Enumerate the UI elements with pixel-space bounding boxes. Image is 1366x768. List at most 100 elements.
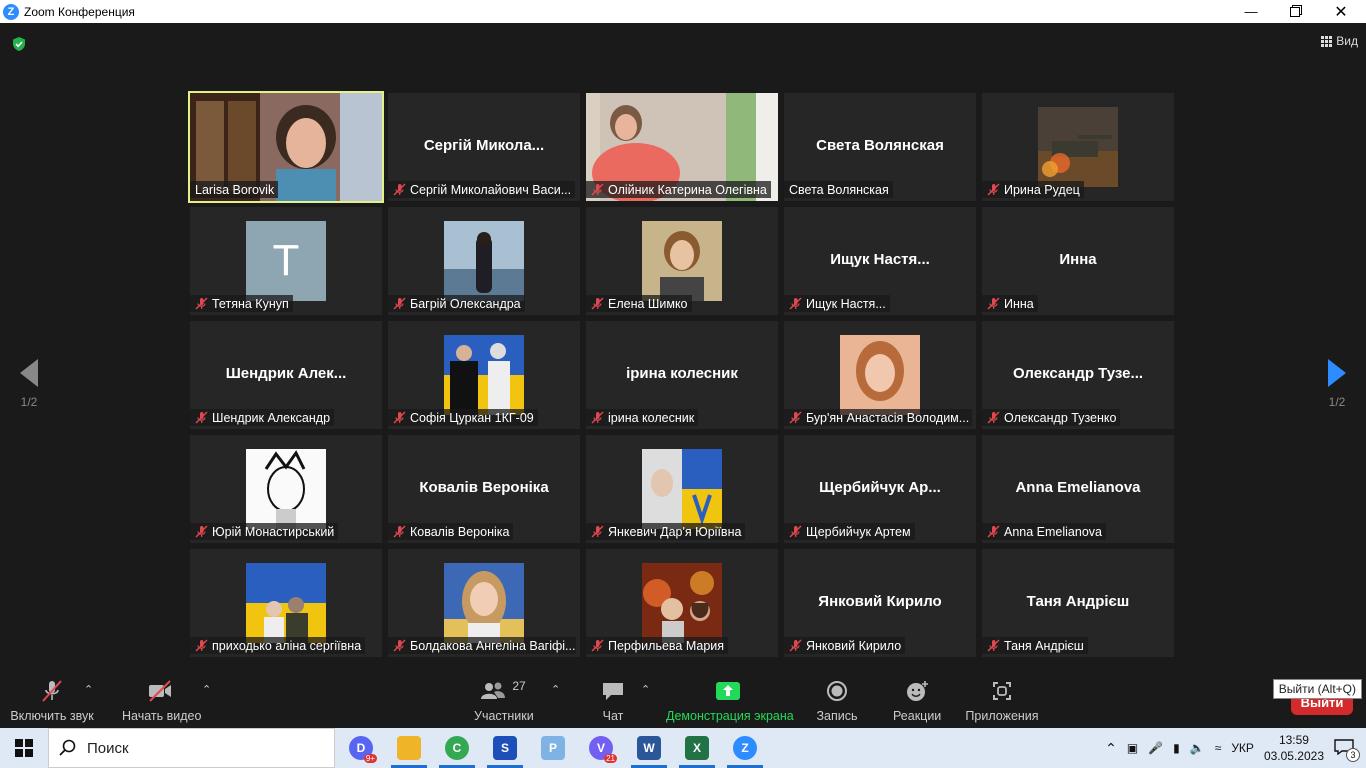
record-button[interactable]: Запись	[816, 679, 858, 723]
prev-page-button[interactable]: 1/2	[14, 359, 44, 409]
start-button[interactable]	[0, 728, 48, 768]
volume-icon[interactable]: 🔈	[1190, 741, 1205, 755]
participant-name-label: Елена Шимко	[586, 295, 692, 312]
wifi-icon[interactable]: ≈	[1215, 741, 1222, 755]
participant-tile[interactable]: Бур'ян Анастасія Володим...	[784, 321, 976, 429]
zoom-icon: Z	[733, 736, 757, 760]
participant-tile[interactable]: Сергій Микола... Сергій Миколайович Васи.…	[388, 93, 580, 201]
viber-taskbar-button[interactable]: V 21	[577, 728, 625, 768]
participant-avatar	[444, 335, 524, 415]
participant-name: Шендрик Александр	[212, 410, 331, 425]
mic-muted-icon	[195, 411, 208, 424]
language-indicator[interactable]: УКР	[1231, 741, 1254, 755]
participant-name-label: Багрій Олександра	[388, 295, 525, 312]
chat-caret-icon[interactable]: ⌃	[641, 683, 650, 696]
apps-button[interactable]: Приложения	[965, 679, 1039, 723]
participant-tile[interactable]: Олійник Катерина Олегівна	[586, 93, 778, 201]
save-app-taskbar-button[interactable]: S	[481, 728, 529, 768]
camera-tray-icon[interactable]: ▣	[1127, 741, 1138, 755]
participant-display-name: Сергій Микола...	[423, 137, 545, 154]
apps-label: Приложения	[965, 709, 1039, 723]
notifications-button[interactable]: 3	[1334, 739, 1360, 762]
participant-tile[interactable]: Шендрик Алек... Шендрик Александр	[190, 321, 382, 429]
participant-tile[interactable]: Larisa Borovik	[188, 91, 384, 203]
participant-tile[interactable]: T Тетяна Кунуп	[190, 207, 382, 315]
participant-tile[interactable]: Янковий Кирило Янковий Кирило	[784, 549, 976, 657]
excel-taskbar-button[interactable]: X	[673, 728, 721, 768]
participant-display-name: Олександр Тузе...	[1012, 365, 1144, 382]
battery-icon[interactable]: ▮	[1173, 741, 1180, 755]
participant-tile[interactable]: Елена Шимко	[586, 207, 778, 315]
participant-tile[interactable]: Болдакова Ангеліна Вагіфі...	[388, 549, 580, 657]
participant-display-name: Anna Emelianova	[1015, 479, 1141, 496]
participant-display-name: Янковий Кирило	[818, 593, 942, 610]
participant-name-label: Сергій Миколайович Васи...	[388, 181, 576, 198]
participant-tile[interactable]: приходько аліна сергіївна	[190, 549, 382, 657]
taskbar-search-box[interactable]: Поиск	[48, 728, 335, 768]
participant-tile[interactable]: Янкевич Дар'я Юріївна	[586, 435, 778, 543]
paint-taskbar-button[interactable]: P	[529, 728, 577, 768]
next-page-button[interactable]: 1/2	[1322, 359, 1352, 409]
chat-button[interactable]: Чат	[598, 679, 628, 723]
participant-tile[interactable]: ірина колесник ірина колесник	[586, 321, 778, 429]
participant-tile[interactable]: Ищук Настя... Ищук Настя...	[784, 207, 976, 315]
participant-name-label: Ковалів Вероніка	[388, 523, 514, 540]
page-indicator-right: 1/2	[1328, 395, 1346, 409]
participant-display-name: Шендрик Алек...	[225, 365, 347, 382]
view-button[interactable]: Вид	[1321, 34, 1358, 48]
clock-date: 03.05.2023	[1263, 749, 1324, 763]
participants-icon	[481, 682, 506, 699]
mic-muted-icon	[195, 639, 208, 652]
participant-display-name: ірина колесник	[626, 365, 738, 382]
unmute-label: Включить звук	[10, 709, 94, 723]
share-screen-button[interactable]: Демонстрация экрана	[666, 679, 794, 723]
minimize-icon[interactable]: —	[1228, 0, 1274, 23]
participant-name: Тетяна Кунуп	[212, 296, 289, 311]
word-taskbar-button[interactable]: W	[625, 728, 673, 768]
participant-name: Сергій Миколайович Васи...	[410, 182, 572, 197]
clock[interactable]: 13:59 03.05.2023	[1264, 732, 1324, 764]
participant-display-name: Ковалів Вероніка	[419, 479, 549, 496]
participants-button[interactable]: 27 Участники	[474, 679, 534, 723]
chrome-taskbar-button[interactable]: C	[433, 728, 481, 768]
mic-muted-icon	[987, 525, 1000, 538]
participant-name: Ищук Настя...	[806, 296, 886, 311]
encryption-shield-icon[interactable]	[11, 36, 27, 52]
participant-tile[interactable]: Anna Emelianova Anna Emelianova	[982, 435, 1174, 543]
participant-tile[interactable]: Инна Инна	[982, 207, 1174, 315]
microphone-tray-icon[interactable]: 🎤	[1148, 741, 1163, 755]
discord-taskbar-button[interactable]: D 9+	[337, 728, 385, 768]
participant-tile[interactable]: Ирина Рудец	[982, 93, 1174, 201]
start-video-button[interactable]: Начать видео	[122, 679, 201, 723]
unmute-button[interactable]: Включить звук	[10, 679, 94, 723]
leave-tooltip: Выйти (Alt+Q)	[1272, 679, 1362, 699]
participant-tile[interactable]: Юрій Монастирський	[190, 435, 382, 543]
participants-caret-icon[interactable]: ⌃	[551, 683, 560, 696]
participant-tile[interactable]: Софія Цуркан 1КГ-09	[388, 321, 580, 429]
show-hidden-icons-icon[interactable]: ⌃	[1105, 740, 1117, 757]
search-icon	[59, 739, 76, 756]
arrow-right-icon	[1328, 359, 1346, 387]
file-explorer-taskbar-button[interactable]	[385, 728, 433, 768]
close-icon[interactable]: ✕	[1318, 0, 1364, 23]
reactions-button[interactable]: Реакции	[893, 679, 941, 723]
participant-tile[interactable]: Багрій Олександра	[388, 207, 580, 315]
meeting-stage: Вид 1/2 1/2 Larisa Borovik Сергій Микола.…	[0, 23, 1366, 669]
participant-tile[interactable]: Света Волянская Света Волянская	[784, 93, 976, 201]
video-gallery: Larisa Borovik Сергій Микола... Сергій Мик…	[188, 91, 1176, 659]
title-bar: Z Zoom Конференция — ✕	[0, 0, 1366, 23]
participant-tile[interactable]: Ковалів Вероніка Ковалів Вероніка	[388, 435, 580, 543]
participant-tile[interactable]: Таня Андрієш Таня Андрієш	[982, 549, 1174, 657]
mic-muted-icon	[591, 297, 604, 310]
participant-tile[interactable]: Перфильева Мария	[586, 549, 778, 657]
participant-name-label: Щербийчук Артем	[784, 523, 915, 540]
participant-tile[interactable]: Олександр Тузе... Олександр Тузенко	[982, 321, 1174, 429]
participant-avatar	[246, 449, 326, 529]
maximize-icon[interactable]	[1272, 0, 1318, 23]
video-options-caret-icon[interactable]: ⌃	[202, 683, 211, 696]
mic-muted-icon	[987, 183, 1000, 196]
mic-muted-icon	[195, 297, 208, 310]
participant-tile[interactable]: Щербийчук Ар... Щербийчук Артем	[784, 435, 976, 543]
audio-options-caret-icon[interactable]: ⌃	[84, 683, 93, 696]
zoom-taskbar-button[interactable]: Z	[721, 728, 769, 768]
